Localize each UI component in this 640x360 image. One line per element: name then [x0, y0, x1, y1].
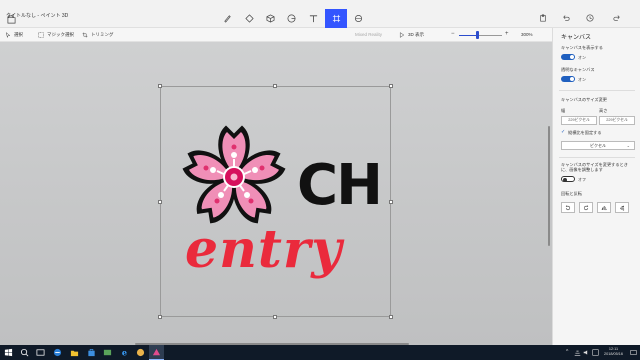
resize-handle-br[interactable] [389, 315, 393, 319]
3d-view-label: 3D 表示 [408, 32, 425, 37]
text-icon[interactable] [302, 9, 324, 28]
lock-aspect-label: 縦横比を固定する [568, 130, 602, 135]
panel-divider [559, 157, 635, 158]
clock[interactable]: 12:11 2018/05/16 [604, 347, 623, 357]
network-icon[interactable] [574, 349, 581, 356]
panel-divider [559, 90, 635, 91]
resize-image-state: オフ [578, 177, 586, 182]
resize-handle-bl[interactable] [158, 315, 162, 319]
windows-start-icon[interactable] [4, 348, 13, 357]
paint-icon[interactable] [136, 348, 145, 357]
magic-select-icon [38, 32, 44, 38]
task-view-icon[interactable] [36, 348, 45, 357]
unit-select-value: ピクセル [590, 142, 606, 148]
resize-image-label: キャンバスのサイズを変更するときに、画像を調整します [561, 162, 628, 173]
paint-3d-taskbar-button[interactable] [149, 345, 164, 360]
show-canvas-label: キャンバスを表示する [561, 45, 603, 50]
flower-center-dot [230, 173, 238, 181]
edge-icon[interactable] [53, 348, 62, 357]
width-label: 幅 [561, 108, 566, 113]
resize-handle-t[interactable] [273, 84, 277, 88]
height-input[interactable]: 229ピクセル [599, 116, 635, 125]
rotate-right-icon [583, 204, 589, 210]
zoom-out-button[interactable]: − [451, 31, 455, 37]
flip-horizontal-icon [601, 205, 607, 210]
magic-select-label: マジック選択 [47, 32, 74, 37]
flip-vertical-button[interactable] [615, 202, 629, 213]
rotate-left-button[interactable] [561, 202, 575, 213]
secondary-toolbar: 選択 マジック選択 トリミング Mixed Reality 3D 表示 − + … [0, 28, 552, 42]
select-button[interactable]: 選択 [5, 32, 23, 38]
width-input[interactable]: 229ピクセル [561, 116, 597, 125]
zoom-slider-fill [459, 35, 478, 36]
select-label: 選択 [14, 32, 23, 37]
resize-handle-r[interactable] [389, 200, 393, 204]
search-icon[interactable] [20, 348, 29, 357]
canvas-icon[interactable] [325, 9, 347, 28]
vertical-scrollbar[interactable] [548, 126, 550, 246]
undo-icon[interactable] [556, 9, 576, 26]
ime-icon[interactable] [592, 349, 599, 356]
redo-icon[interactable] [607, 9, 627, 26]
menu-icon[interactable] [5, 13, 17, 25]
transparent-canvas-label: 透明なキャンバス [561, 67, 595, 72]
stickers-icon[interactable] [280, 9, 302, 28]
resize-handle-tl[interactable] [158, 84, 162, 88]
resize-image-toggle[interactable] [561, 176, 575, 182]
3d-view-icon [399, 32, 405, 38]
zoom-value: 300% [521, 32, 533, 37]
resize-handle-tr[interactable] [389, 84, 393, 88]
photos-icon[interactable] [103, 348, 112, 357]
show-canvas-toggle[interactable] [561, 54, 575, 60]
paste-icon[interactable] [533, 9, 553, 26]
mixed-reality-label: Mixed Reality [355, 32, 383, 37]
flip-vertical-icon [620, 205, 625, 211]
zoom-in-button[interactable]: + [505, 31, 509, 37]
canvas-entry-text: entry [185, 219, 343, 280]
canvas-panel: キャンバス キャンバスを表示する オン 透明なキャンバス オン キャンバスのサイ… [552, 28, 640, 345]
transparent-canvas-state: オン [578, 77, 586, 82]
mixed-reality-button[interactable]: Mixed Reality [355, 32, 382, 37]
crop-button[interactable]: トリミング [82, 32, 114, 38]
system-tray-chevron-icon[interactable]: ^ [566, 349, 568, 355]
volume-icon[interactable] [583, 349, 590, 356]
crop-icon [82, 32, 88, 38]
flip-horizontal-button[interactable] [597, 202, 611, 213]
3d-view-button[interactable]: 3D 表示 [399, 32, 424, 38]
select-arrow-icon [5, 32, 11, 38]
chevron-down-icon: ⌄ [626, 143, 630, 148]
show-canvas-state: オン [578, 55, 586, 60]
zoom-slider-thumb[interactable] [475, 31, 479, 39]
file-explorer-icon[interactable] [70, 348, 79, 357]
internet-explorer-icon[interactable]: e [120, 348, 129, 357]
paint-3d-icon [152, 348, 161, 356]
transparent-canvas-toggle[interactable] [561, 76, 575, 82]
lock-aspect-check-icon[interactable]: ✓ [561, 129, 565, 135]
taskbar: e ^ 12:11 2018/05/16 [0, 345, 640, 360]
brushes-icon[interactable] [216, 9, 238, 28]
rotate-left-icon [565, 204, 571, 210]
mixed-reality-icon[interactable] [347, 9, 369, 28]
store-icon[interactable] [87, 348, 96, 357]
crop-label: トリミング [91, 32, 114, 37]
sakura-flower-icon [182, 125, 286, 224]
canvas-ch-text: CH [297, 153, 383, 218]
2d-shapes-icon[interactable] [238, 9, 260, 28]
history-icon[interactable] [580, 9, 600, 26]
notifications-icon[interactable] [630, 349, 637, 356]
clock-date: 2018/05/16 [604, 351, 624, 356]
rotate-flip-label: 回転と反転 [561, 191, 582, 196]
panel-title: キャンバス [561, 35, 592, 41]
unit-select[interactable]: ピクセル ⌄ [561, 141, 635, 150]
title-bar: タイトルなし - ペイント 3D [0, 0, 640, 28]
height-label: 高さ [599, 108, 608, 113]
resize-handle-b[interactable] [273, 315, 277, 319]
resize-canvas-label: キャンバスのサイズ変更 [561, 97, 607, 102]
magic-select-button[interactable]: マジック選択 [38, 32, 74, 38]
resize-handle-l[interactable] [158, 200, 162, 204]
3d-shapes-icon[interactable] [259, 9, 281, 28]
svg-text:e: e [122, 348, 127, 357]
rotate-right-button[interactable] [579, 202, 593, 213]
